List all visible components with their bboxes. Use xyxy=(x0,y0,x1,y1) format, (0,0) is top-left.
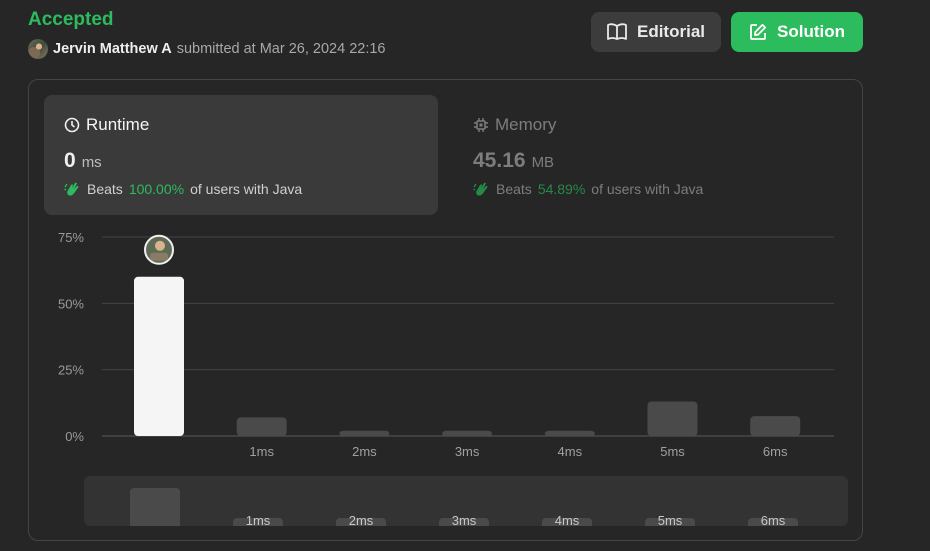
submitted-at: submitted at Mar 26, 2024 22:16 xyxy=(176,41,386,57)
result-panel: Runtime 0 ms Beats 100.00% of users with… xyxy=(28,79,863,541)
x-tick-label: 5ms xyxy=(660,444,685,459)
x-tick-label: 1ms xyxy=(249,444,274,459)
editorial-label: Editorial xyxy=(636,22,705,41)
navigator-tick-label: 5ms xyxy=(658,513,683,526)
chart-bar[interactable] xyxy=(134,276,184,436)
y-tick-label: 50% xyxy=(58,296,84,311)
avatar-face-shape xyxy=(155,240,165,251)
chart-bar[interactable] xyxy=(339,430,390,436)
solution-button[interactable]: Solution xyxy=(731,12,863,52)
y-tick-label: 75% xyxy=(58,230,84,245)
y-tick-label: 25% xyxy=(58,363,84,378)
navigator-tick-label: 6ms xyxy=(761,513,786,526)
x-tick-label: 2ms xyxy=(352,444,377,459)
book-icon xyxy=(607,23,627,40)
x-tick-label: 3ms xyxy=(455,444,480,459)
x-tick-label: 4ms xyxy=(558,444,583,459)
range-navigator-chart: 1ms 2ms 3ms 4ms 5ms 6ms xyxy=(130,488,798,526)
chart-bar[interactable] xyxy=(647,401,698,436)
chart-bar[interactable] xyxy=(544,430,595,436)
solution-label: Solution xyxy=(777,22,845,41)
avatar-body-shape xyxy=(150,252,168,261)
chart-bar[interactable] xyxy=(442,430,493,436)
chart-range-navigator[interactable]: 1ms 2ms 3ms 4ms 5ms 6ms xyxy=(84,476,848,526)
navigator-tick-label: 4ms xyxy=(555,513,580,526)
runtime-distribution-chart: 0% 25% 50% 75% 1ms 2ms 3ms 4ms 5ms 6ms xyxy=(58,230,834,459)
chart-bar[interactable] xyxy=(236,417,287,436)
x-tick-label: 6ms xyxy=(763,444,788,459)
navigator-bar xyxy=(130,488,180,526)
username[interactable]: Jervin Matthew A xyxy=(53,41,172,57)
editorial-button[interactable]: Editorial xyxy=(591,12,721,52)
edit-icon xyxy=(750,23,767,40)
y-tick-label: 0% xyxy=(65,429,84,444)
navigator-tick-label: 1ms xyxy=(246,513,271,526)
submission-status: Accepted xyxy=(28,9,114,30)
chart-bar[interactable] xyxy=(750,416,801,436)
avatar[interactable] xyxy=(28,39,48,59)
navigator-tick-label: 2ms xyxy=(349,513,374,526)
submission-info: Jervin Matthew A submitted at Mar 26, 20… xyxy=(28,39,386,59)
navigator-tick-label: 3ms xyxy=(452,513,477,526)
